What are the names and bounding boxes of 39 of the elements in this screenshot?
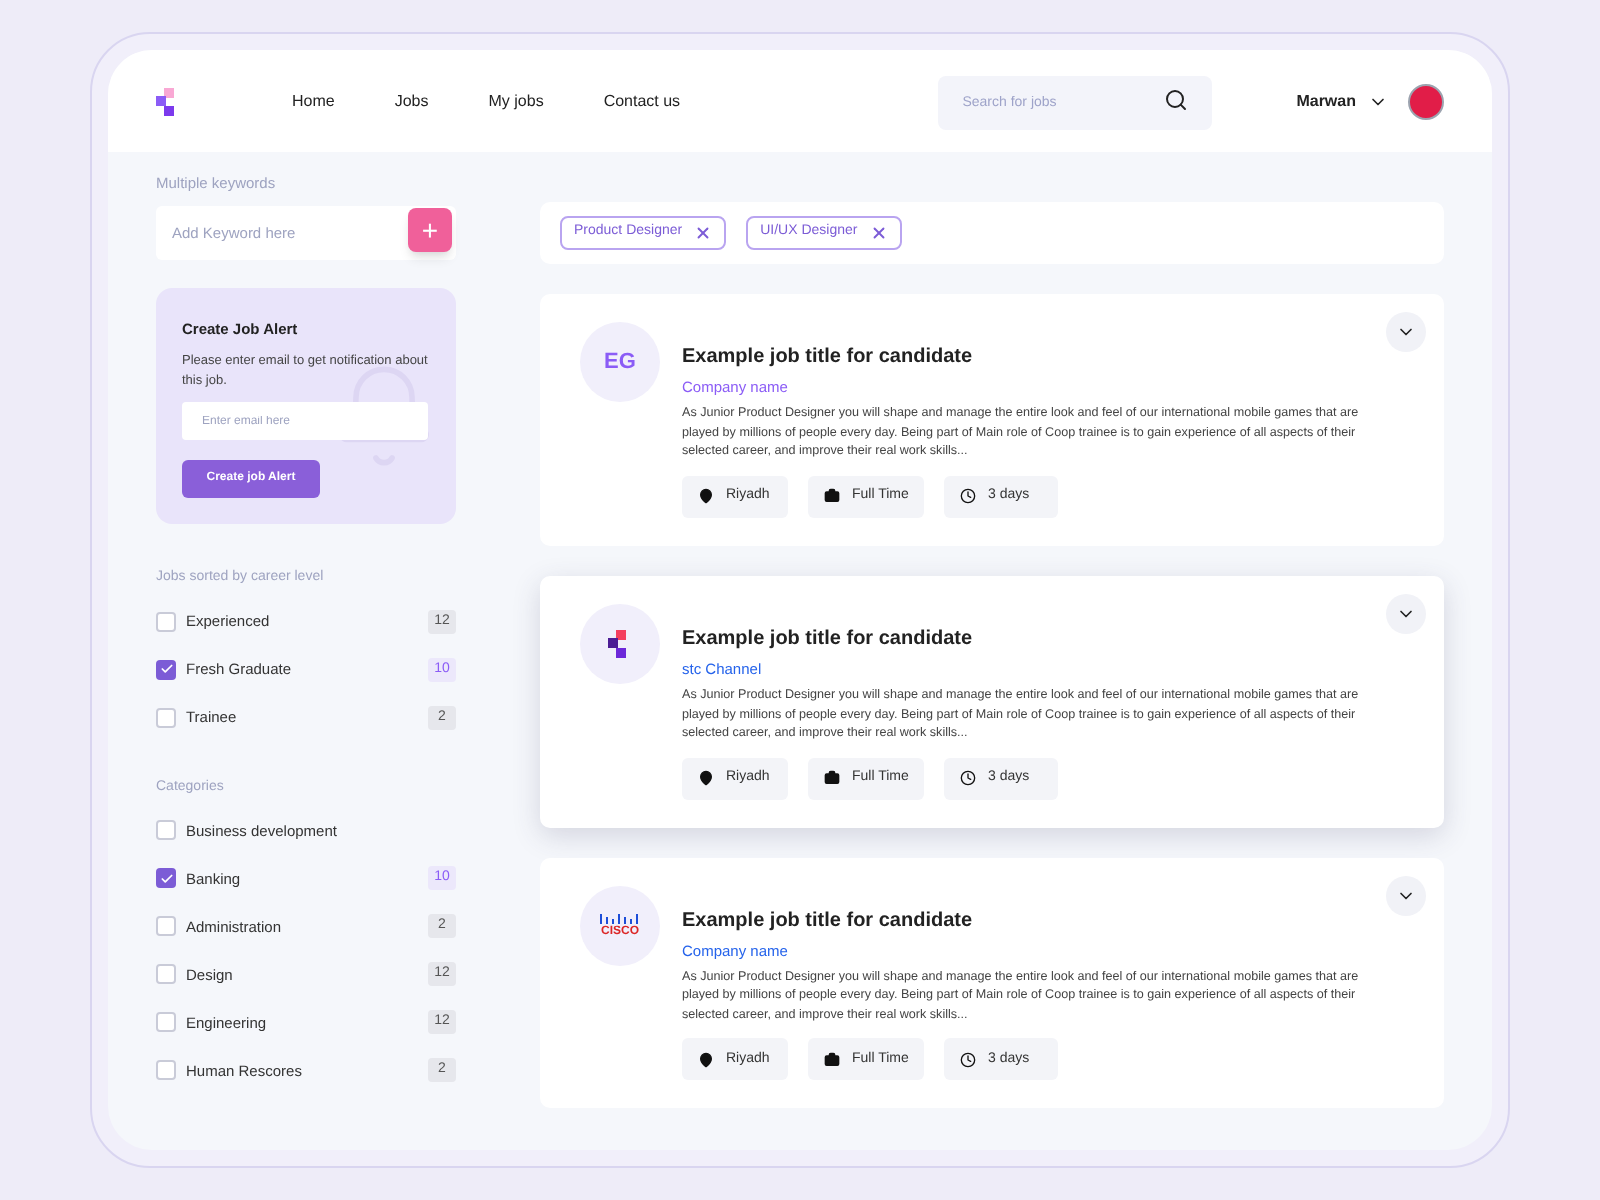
checkbox[interactable] <box>156 964 176 985</box>
check-icon <box>159 662 173 677</box>
briefcase-icon <box>824 488 840 505</box>
company-logo: EG <box>580 322 660 402</box>
pin-icon <box>698 1051 714 1068</box>
nav-link[interactable]: Contact us <box>603 89 681 113</box>
nav-link[interactable]: Jobs <box>394 89 429 113</box>
nav-link[interactable]: My jobs <box>488 89 544 113</box>
clock-icon <box>960 488 976 505</box>
pin-icon <box>698 488 714 505</box>
nav-link[interactable]: Home <box>292 89 335 113</box>
squares-logo-icon <box>608 629 632 658</box>
briefcase-icon <box>824 1051 840 1068</box>
checkbox[interactable] <box>156 868 176 889</box>
checkbox[interactable] <box>156 1012 176 1033</box>
briefcase-icon <box>824 770 840 786</box>
bars-logo-icon <box>600 913 640 923</box>
checkbox[interactable] <box>156 659 176 680</box>
user-name[interactable]: Marwan <box>1296 89 1356 113</box>
job-card[interactable] <box>540 575 1444 827</box>
job-card[interactable] <box>540 857 1444 1109</box>
search-icon[interactable] <box>1164 87 1189 111</box>
checkbox[interactable] <box>156 820 176 841</box>
job-title[interactable]: Example job title for candidate <box>682 905 1368 935</box>
checkbox[interactable] <box>156 707 176 728</box>
close-icon[interactable] <box>694 224 713 242</box>
job-card[interactable] <box>540 294 1444 546</box>
checkbox[interactable] <box>156 1060 176 1081</box>
avatar[interactable] <box>1408 83 1444 119</box>
clock-icon <box>960 770 976 786</box>
job-title[interactable]: Example job title for candidate <box>682 623 1368 654</box>
check-icon <box>159 871 173 886</box>
clock-icon <box>960 1051 976 1068</box>
checkbox[interactable] <box>156 611 176 632</box>
job-title[interactable]: Example job title for candidate <box>682 342 1368 372</box>
close-icon[interactable] <box>869 224 888 242</box>
checkbox[interactable] <box>156 916 176 937</box>
logo-icon[interactable] <box>156 87 180 115</box>
pin-icon <box>698 770 714 786</box>
